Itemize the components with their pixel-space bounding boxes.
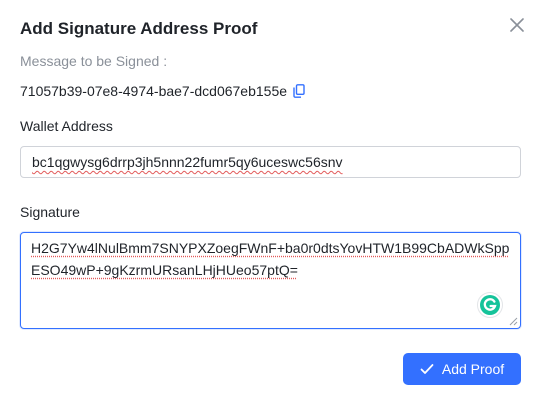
resize-handle-icon[interactable] bbox=[508, 316, 518, 326]
message-row: 71057b39-07e8-4974-bae7-dcd067eb155e bbox=[20, 82, 306, 100]
add-proof-button[interactable]: Add Proof bbox=[403, 353, 521, 385]
signature-label: Signature bbox=[20, 204, 80, 220]
add-signature-dialog: Add Signature Address Proof Message to b… bbox=[0, 0, 540, 401]
grammarly-icon[interactable] bbox=[477, 292, 503, 318]
add-proof-label: Add Proof bbox=[441, 361, 505, 377]
signature-value: H2G7Yw4lNulBmm7SNYPXZoegFWnF+ba0r0dtsYov… bbox=[31, 240, 510, 278]
copy-button[interactable] bbox=[292, 83, 306, 99]
check-icon bbox=[420, 363, 434, 375]
copy-icon bbox=[293, 84, 305, 98]
message-value: 71057b39-07e8-4974-bae7-dcd067eb155e bbox=[20, 83, 288, 99]
dialog-title: Add Signature Address Proof bbox=[20, 19, 258, 38]
close-button[interactable] bbox=[507, 15, 527, 35]
message-label: Message to be Signed : bbox=[20, 53, 168, 69]
wallet-address-label: Wallet Address bbox=[20, 118, 113, 134]
wallet-address-input[interactable] bbox=[20, 146, 521, 178]
close-icon bbox=[510, 18, 524, 32]
